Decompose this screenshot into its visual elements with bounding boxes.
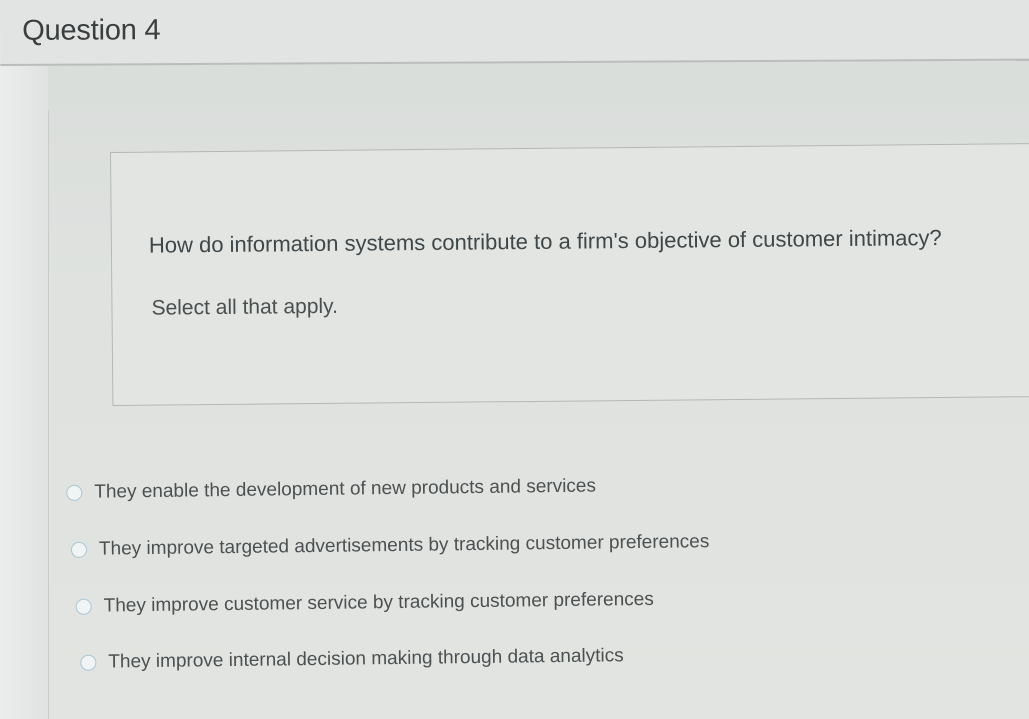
answer-option-label: They improve targeted advertisements by … xyxy=(98,531,710,560)
answer-option[interactable]: They improve targeted advertisements by … xyxy=(70,531,710,561)
question-prompt-box: How do information systems contribute to… xyxy=(110,143,1029,406)
checkbox-icon[interactable] xyxy=(80,654,97,671)
page-margin xyxy=(0,0,48,719)
question-title: Question 4 xyxy=(22,14,161,47)
question-header: Question 4 xyxy=(0,0,1029,66)
page-divider xyxy=(48,110,49,719)
checkbox-icon[interactable] xyxy=(75,598,92,615)
checkbox-icon[interactable] xyxy=(70,541,88,558)
checkbox-icon[interactable] xyxy=(66,484,83,501)
question-instruction: Select all that apply. xyxy=(151,294,338,320)
question-prompt: How do information systems contribute to… xyxy=(148,225,942,258)
answer-option[interactable]: They enable the development of new produ… xyxy=(66,476,596,504)
answer-options: They enable the development of new produ… xyxy=(66,461,766,672)
answer-option[interactable]: They improve customer service by trackin… xyxy=(75,588,654,618)
answer-option-label: They enable the development of new produ… xyxy=(94,475,597,503)
answer-option-label: They improve internal decision making th… xyxy=(108,645,624,673)
answer-option[interactable]: They improve internal decision making th… xyxy=(80,645,624,674)
answer-option-label: They improve customer service by trackin… xyxy=(103,588,654,617)
